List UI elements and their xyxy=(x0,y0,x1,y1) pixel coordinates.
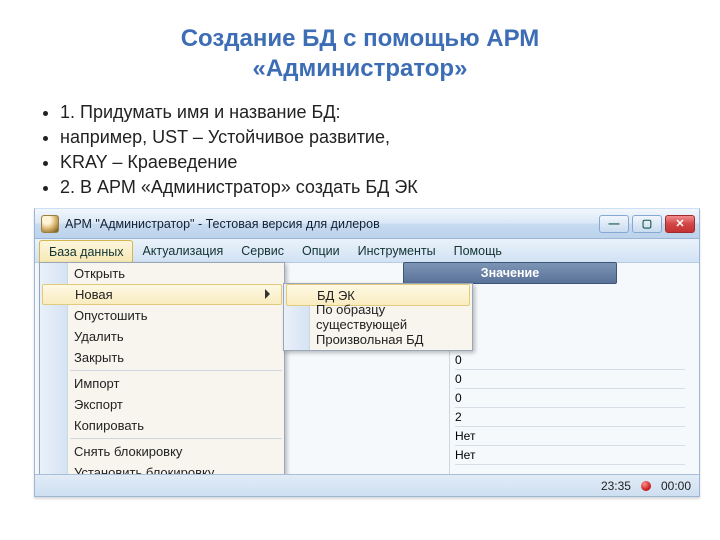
menu-item-import[interactable]: Импорт xyxy=(40,373,284,394)
menu-separator xyxy=(70,438,282,439)
bullet-item: KRAY – Краеведение xyxy=(60,152,682,173)
menu-options[interactable]: Опции xyxy=(293,239,349,262)
submenu-arrow-icon xyxy=(265,289,275,299)
value-cell: Нет xyxy=(455,446,685,465)
menu-service[interactable]: Сервис xyxy=(232,239,293,262)
menu-actualization[interactable]: Актуализация xyxy=(133,239,232,262)
menu-item-open[interactable]: Открыть xyxy=(40,263,284,284)
menu-item-new[interactable]: Новая xyxy=(42,284,282,305)
window-titlebar[interactable]: АРМ "Администратор" - Тестовая версия дл… xyxy=(35,209,699,239)
menu-item-export[interactable]: Экспорт xyxy=(40,394,284,415)
app-window: АРМ "Администратор" - Тестовая версия дл… xyxy=(34,208,700,497)
menu-help[interactable]: Помощь xyxy=(445,239,511,262)
menu-database[interactable]: База данных xyxy=(39,240,133,262)
menu-item-copy[interactable]: Копировать xyxy=(40,415,284,436)
status-audio: 00:00 xyxy=(661,479,691,493)
status-time: 23:35 xyxy=(601,479,631,493)
bullet-item: например, UST – Устойчивое развитие, xyxy=(60,127,682,148)
window-title: АРМ "Администратор" - Тестовая версия дл… xyxy=(65,217,380,231)
menu-item-unlock[interactable]: Снять блокировку xyxy=(40,441,284,462)
maximize-button[interactable]: ▢ xyxy=(632,215,662,233)
menu-item-delete[interactable]: Удалить xyxy=(40,326,284,347)
value-cell: 0 xyxy=(455,370,685,389)
menu-item-close[interactable]: Закрыть xyxy=(40,347,284,368)
new-submenu: БД ЭК По образцу существующей Произвольн… xyxy=(283,283,473,351)
close-button[interactable]: ✕ xyxy=(665,215,695,233)
bullet-item: 1. Придумать имя и название БД: xyxy=(60,102,682,123)
value-cell: 2 xyxy=(455,408,685,427)
submenu-item-template[interactable]: По образцу существующей xyxy=(284,306,472,328)
minimize-button[interactable]: — xyxy=(599,215,629,233)
menu-separator xyxy=(70,370,282,371)
bullet-item: 2. В АРМ «Администратор» создать БД ЭК xyxy=(60,177,682,198)
menu-bar: База данных Актуализация Сервис Опции Ин… xyxy=(35,239,699,263)
record-icon xyxy=(641,481,651,491)
value-cell: 0 xyxy=(455,389,685,408)
database-dropdown: Открыть Новая Опустошить Удалить Закрыть… xyxy=(39,262,285,486)
submenu-item-custom[interactable]: Произвольная БД xyxy=(284,328,472,350)
value-cell: Нет xyxy=(455,427,685,446)
menu-tools[interactable]: Инструменты xyxy=(349,239,445,262)
menu-item-empty[interactable]: Опустошить xyxy=(40,305,284,326)
value-cell: 0 xyxy=(455,351,685,370)
status-bar: 23:35 00:00 xyxy=(35,474,699,496)
bullet-list: 1. Придумать имя и название БД: например… xyxy=(38,102,682,198)
app-icon xyxy=(41,215,59,233)
column-header-value: Значение xyxy=(403,262,617,284)
slide-title: Создание БД с помощью АРМ «Администратор… xyxy=(38,24,682,84)
